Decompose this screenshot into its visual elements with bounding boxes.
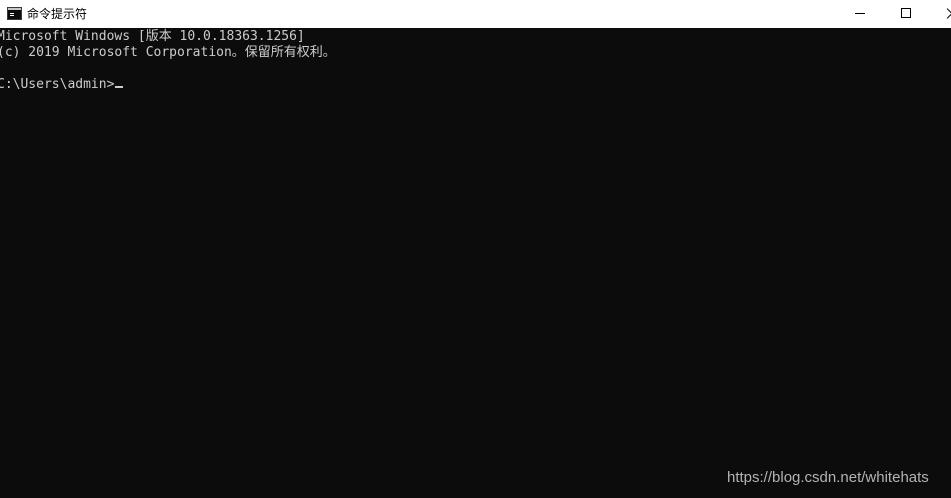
maximize-icon: [901, 8, 911, 18]
command-prompt-window: 命令提示符 Microsoft Windows [版本 10.0.18363.1…: [0, 0, 951, 498]
title-bar[interactable]: 命令提示符: [0, 0, 951, 28]
console-prompt-line[interactable]: C:\Users\admin>: [0, 77, 951, 93]
close-icon: [945, 8, 951, 20]
minimize-icon: [855, 13, 865, 14]
console-line-copyright: (c) 2019 Microsoft Corporation。保留所有权利。: [0, 45, 336, 60]
console-app-icon[interactable]: [7, 7, 22, 20]
maximize-button[interactable]: [883, 0, 929, 28]
watermark-text: https://blog.csdn.net/whitehats: [727, 469, 929, 486]
window-title: 命令提示符: [27, 7, 88, 21]
text-cursor: [115, 86, 124, 88]
console-line-version: Microsoft Windows [版本 10.0.18363.1256]: [0, 29, 305, 44]
console-prompt: C:\Users\admin>: [0, 77, 115, 92]
close-button[interactable]: [929, 0, 951, 28]
console-output[interactable]: Microsoft Windows [版本 10.0.18363.1256] (…: [0, 29, 951, 498]
minimize-button[interactable]: [837, 0, 883, 28]
